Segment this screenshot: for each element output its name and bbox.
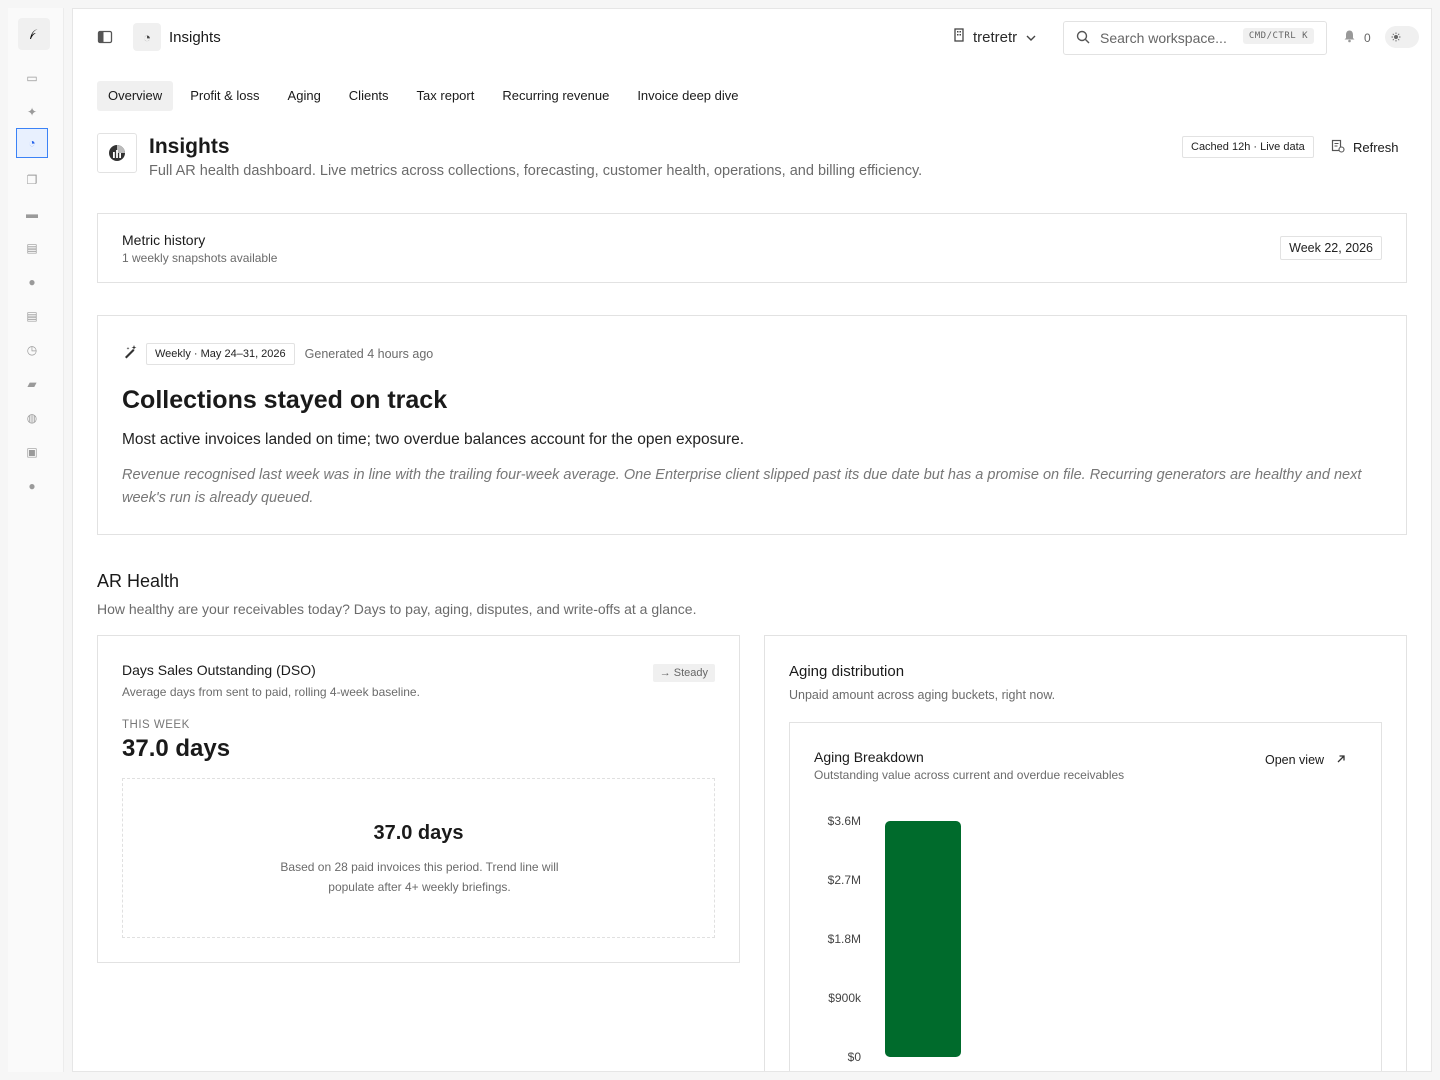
tab-invoice-deep-dive[interactable]: Invoice deep dive — [626, 81, 749, 111]
insights-app-icon: ◔ — [133, 23, 161, 51]
page-title: Insights — [149, 135, 230, 158]
aging-bar-current[interactable] — [885, 821, 961, 1057]
aging-breakdown-panel: Aging Breakdown Outstanding value across… — [789, 722, 1382, 1071]
briefing-period-badge: Weekly · May 24–31, 2026 — [146, 343, 295, 365]
refresh-button[interactable]: Refresh — [1331, 139, 1399, 156]
sidebar-rail: ▭ ✦ ◔ ❐ ▬ ▤ ● ▤ ◷ ▰ ◍ ▣ ● — [8, 8, 64, 1072]
dso-title: Days Sales Outstanding (DSO) — [122, 662, 316, 678]
notification-count: 0 — [1364, 30, 1371, 45]
archive-icon[interactable]: ▣ — [22, 442, 42, 462]
y-tick-label: $2.7M — [828, 873, 861, 887]
sparkle-icon — [122, 344, 138, 365]
workspace-switcher[interactable]: tretretr — [953, 28, 1037, 46]
chevron-down-icon — [1025, 29, 1037, 46]
ar-health-title: AR Health — [97, 571, 180, 591]
tab-aging[interactable]: Aging — [277, 81, 332, 111]
dso-value: 37.0 days — [122, 735, 231, 762]
refresh-icon — [1331, 139, 1345, 156]
folder-icon[interactable]: ▰ — [22, 374, 42, 394]
top-bar: ◔ Insights tretretr Search workspace... … — [73, 9, 1431, 67]
recurring-icon[interactable]: ▤ — [22, 306, 42, 326]
metric-history-card: Metric history 1 weekly snapshots availa… — [97, 213, 1407, 283]
sun-icon — [1388, 29, 1404, 45]
shortcut-hint: CMD/CTRL K — [1242, 28, 1314, 44]
aging-title: Aging distribution — [789, 663, 905, 680]
ar-health-subtitle: How healthy are your receivables today? … — [97, 601, 697, 617]
weekly-briefing-card: Weekly · May 24–31, 2026 Generated 4 hou… — [97, 315, 1407, 535]
tab-tax-report[interactable]: Tax report — [406, 81, 486, 111]
theme-toggle[interactable] — [1385, 26, 1419, 48]
tab-overview[interactable]: Overview — [97, 81, 174, 111]
copy-icon[interactable]: ❐ — [22, 170, 42, 190]
y-tick-label: $900k — [828, 991, 862, 1005]
bell-icon[interactable]: ● — [22, 272, 42, 292]
y-tick-label: $1.8M — [828, 932, 861, 946]
week-selector[interactable]: Week 22, 2026 — [1280, 236, 1382, 260]
insights-icon — [97, 133, 137, 173]
app-title: Insights — [169, 29, 221, 46]
notifications-button[interactable]: 0 — [1343, 29, 1371, 46]
dso-card: Days Sales Outstanding (DSO) Average day… — [97, 635, 740, 963]
dso-placeholder-note: Based on 28 paid invoices this period. T… — [280, 860, 559, 894]
dso-trend-placeholder: 37.0 days Based on 28 paid invoices this… — [122, 778, 715, 938]
cache-badge: Cached 12h · Live data — [1182, 136, 1314, 158]
invoice-icon[interactable]: ▤ — [22, 238, 42, 258]
tab-recurring-revenue[interactable]: Recurring revenue — [491, 81, 620, 111]
aging-bar-chart: $0 $900k $1.8M $2.7M $3.6M — [828, 814, 961, 1064]
search-icon — [1076, 30, 1090, 47]
period-label: THIS WEEK — [122, 719, 190, 731]
inbox-icon[interactable]: ▭ — [22, 68, 42, 88]
sidebar-toggle-icon[interactable] — [97, 29, 113, 45]
y-tick-label: $3.6M — [828, 814, 861, 828]
tab-profit-loss[interactable]: Profit & loss — [179, 81, 270, 111]
card-icon[interactable]: ▬ — [22, 204, 42, 224]
aging-card: Aging distribution Unpaid amount across … — [764, 635, 1407, 1071]
insights-icon[interactable]: ◔ — [16, 128, 48, 158]
aging-subtitle: Unpaid amount across aging buckets, righ… — [789, 688, 1056, 702]
briefing-body: Revenue recognised last week was in line… — [122, 467, 1362, 506]
briefing-lead: Most active invoices landed on time; two… — [122, 431, 745, 448]
users-icon[interactable]: ◍ — [22, 408, 42, 428]
tab-clients[interactable]: Clients — [338, 81, 400, 111]
trend-badge: → Steady — [652, 664, 715, 682]
magic-icon[interactable]: ✦ — [22, 102, 42, 122]
briefing-generated: Generated 4 hours ago — [304, 347, 434, 361]
search-input[interactable]: Search workspace... CMD/CTRL K — [1063, 21, 1327, 55]
workspace-name: tretretr — [973, 28, 1018, 46]
metric-history-subtitle: 1 weekly snapshots available — [122, 251, 278, 265]
alert-icon[interactable]: ● — [22, 476, 42, 496]
building-icon — [953, 28, 965, 46]
briefing-headline: Collections stayed on track — [122, 386, 448, 414]
refresh-label: Refresh — [1353, 140, 1399, 155]
page-subtitle: Full AR health dashboard. Live metrics a… — [149, 163, 923, 179]
search-placeholder: Search workspace... — [1100, 30, 1227, 46]
dso-placeholder-value: 37.0 days — [373, 822, 464, 844]
bell-icon — [1343, 29, 1356, 46]
main-panel: ◔ Insights tretretr Search workspace... … — [72, 8, 1432, 1072]
feather-icon[interactable] — [18, 18, 50, 50]
clock-icon[interactable]: ◷ — [22, 340, 42, 360]
tab-bar: Overview Profit & loss Aging Clients Tax rep… — [97, 81, 750, 111]
metric-history-title: Metric history — [122, 232, 206, 248]
y-tick-label: $0 — [848, 1050, 862, 1064]
dso-subtitle: Average days from sent to paid, rolling … — [122, 685, 420, 699]
